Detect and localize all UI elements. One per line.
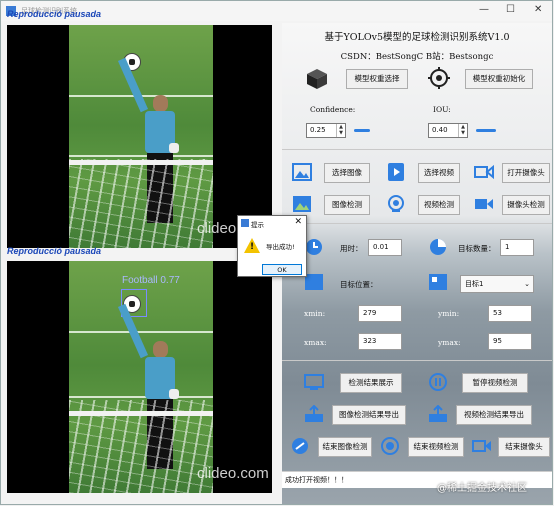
target-select-dropdown[interactable]: 目标1 ⌄: [460, 275, 534, 293]
dialog-title: 提示: [251, 221, 264, 229]
display-icon: [304, 374, 324, 390]
system-title: 基于YOLOv5模型的足球检测识别系统V1.0: [324, 32, 510, 43]
confidence-slider[interactable]: [354, 129, 370, 132]
target-count-field[interactable]: 1: [500, 239, 534, 256]
export-video-icon: [429, 405, 447, 422]
end-image-icon: [292, 438, 308, 454]
image-icon: [292, 163, 312, 181]
target-select-value: 目标1: [465, 280, 484, 288]
dialog-close-icon[interactable]: ✕: [294, 217, 302, 227]
video-camera-icon: [475, 199, 493, 209]
camera-icon: [474, 164, 494, 180]
target-position-label: 目标位置：: [340, 280, 378, 289]
ymax-label: ymax:: [438, 338, 461, 347]
dialog-app-icon: [241, 219, 249, 227]
divider: [282, 360, 552, 361]
confidence-spinbox[interactable]: 0.25 ▲ ▼: [306, 123, 346, 138]
end-video-detect-button[interactable]: 结束视频检测: [408, 437, 464, 457]
divider: [282, 223, 552, 224]
xmin-field[interactable]: 279: [358, 305, 402, 322]
detection-video-frame: [69, 261, 213, 493]
model-box-icon: [307, 69, 327, 89]
title-bar: 足球检测识别系统 Reproducció pausada — ☐ ✕: [1, 1, 552, 21]
position-icon: [305, 274, 323, 290]
open-camera-button[interactable]: 打开摄像头: [502, 163, 550, 183]
end-camera-icon: [472, 440, 491, 452]
paused-watermark-bottom: Reproducció pausada: [7, 246, 102, 256]
source-video-frame: [69, 25, 213, 248]
camera-detect-button[interactable]: 摄像头检测: [502, 195, 550, 215]
source-video-panel: clideo.com: [7, 25, 272, 248]
time-label: 用时：: [340, 244, 363, 253]
position-grid-icon: [429, 274, 447, 290]
ymin-field[interactable]: 53: [488, 305, 532, 322]
webcam-icon: [388, 195, 404, 212]
xmin-label: xmin:: [304, 309, 326, 318]
ok-button[interactable]: OK: [262, 264, 302, 275]
iou-value: 0.40: [432, 126, 448, 134]
pause-icon: [429, 373, 447, 391]
select-video-button[interactable]: 选择视频: [418, 163, 460, 183]
message-dialog: 提示 ✕ ! 导出成功! OK: [237, 215, 307, 277]
target-count-label: 目标数量：: [458, 244, 496, 253]
image-detect-button[interactable]: 图像检测: [324, 195, 370, 215]
close-button[interactable]: ✕: [534, 4, 542, 15]
export-image-icon: [305, 405, 323, 422]
site-watermark: @稀土掘金技术社区: [437, 483, 527, 494]
video-detect-button[interactable]: 视频检测: [418, 195, 460, 215]
ymax-field[interactable]: 95: [488, 333, 532, 350]
chevron-down-icon: ⌄: [524, 280, 530, 288]
pie-chart-icon: [430, 239, 446, 255]
paused-watermark-top: Reproducció pausada: [7, 9, 102, 19]
confidence-value: 0.25: [310, 126, 326, 134]
show-result-button[interactable]: 检测结果展示: [340, 373, 402, 393]
xmax-label: xmax:: [304, 338, 327, 347]
spin-arrows-icon[interactable]: ▲ ▼: [458, 124, 467, 137]
select-image-button[interactable]: 选择图像: [324, 163, 370, 183]
divider: [282, 149, 552, 150]
model-weight-select-button[interactable]: 模型权重选择: [346, 69, 408, 89]
detection-video-panel: Football 0.77 clideo.com: [7, 261, 272, 493]
clock-icon: [306, 239, 322, 255]
target-icon: [428, 67, 450, 89]
end-video-icon: [381, 437, 399, 455]
author-info: CSDN：BestSongC B站：Bestsongc: [340, 52, 494, 62]
main-window: 足球检测识别系统 Reproducció pausada — ☐ ✕ clide…: [0, 0, 553, 505]
export-video-result-button[interactable]: 视频检测结果导出: [456, 405, 532, 425]
pause-video-detect-button[interactable]: 暂停视频检测: [462, 373, 528, 393]
ymin-label: ymin:: [438, 309, 460, 318]
dialog-message: 导出成功!: [266, 243, 295, 251]
control-panel: 基于YOLOv5模型的足球检测识别系统V1.0 CSDN：BestSongC B…: [282, 23, 552, 504]
warning-mark: !: [250, 242, 255, 252]
minimize-button[interactable]: —: [479, 4, 489, 15]
xmax-field[interactable]: 323: [358, 333, 402, 350]
spin-arrows-icon[interactable]: ▲ ▼: [336, 124, 345, 137]
iou-spinbox[interactable]: 0.40 ▲ ▼: [428, 123, 468, 138]
picture-icon: [293, 196, 311, 212]
export-image-result-button[interactable]: 图像检测结果导出: [332, 405, 406, 425]
iou-slider[interactable]: [476, 129, 496, 132]
end-camera-button[interactable]: 结束摄像头: [498, 437, 550, 457]
model-weight-init-button[interactable]: 模型权重初始化: [465, 69, 533, 89]
iou-label: IOU:: [433, 105, 451, 114]
detection-label: Football 0.77: [122, 275, 180, 286]
confidence-label: Confidence:: [310, 105, 356, 114]
maximize-button[interactable]: ☐: [506, 4, 515, 15]
clideo-watermark: clideo.com: [197, 465, 269, 482]
end-image-detect-button[interactable]: 结束图像检测: [318, 437, 372, 457]
video-file-icon: [388, 163, 404, 181]
time-field[interactable]: 0.01: [368, 239, 402, 256]
